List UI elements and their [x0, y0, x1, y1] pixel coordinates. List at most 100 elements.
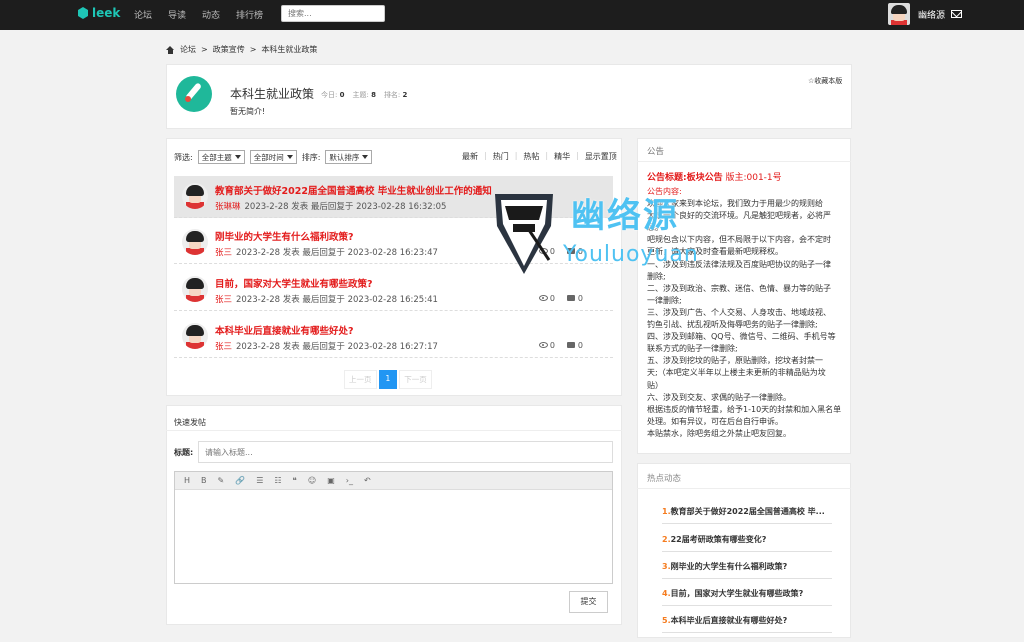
post-title[interactable]: 本科毕业后直接就业有哪些好处?	[215, 323, 354, 337]
prev-page-button[interactable]: 上一页	[344, 370, 377, 389]
page-number[interactable]: 1	[378, 370, 398, 389]
post-author[interactable]: 张三	[215, 248, 232, 258]
post-meta: 2023-2-28 发表 最后回复于 2023-02-28 16:27:17	[236, 342, 438, 352]
pagination: 上一页 1 下一页	[344, 370, 432, 389]
notice-title: 公告	[647, 147, 665, 157]
view-count: 0	[549, 294, 555, 303]
submit-button[interactable]: 提交	[569, 591, 608, 613]
hot-item[interactable]: 3.刚毕业的大学生有什么福利政策?	[662, 555, 832, 579]
search-input[interactable]	[281, 5, 385, 22]
avatar[interactable]	[888, 3, 910, 25]
main-nav: 论坛 导读 动态 排行榜	[134, 8, 263, 21]
comment-count: 0	[577, 247, 583, 256]
post-item[interactable]: 刚毕业的大学生有什么福利政策? 张三 2023-2-28 发表 最后回复于 202…	[174, 222, 613, 264]
user-menu[interactable]: 幽络源	[888, 3, 963, 25]
notice-line: 四、涉及到邮箱、QQ号、微信号、二维码、手机号等	[647, 332, 836, 342]
view-icon	[538, 248, 548, 254]
align-icon[interactable]: ☷	[274, 476, 281, 485]
tab-latest[interactable]: 最新	[462, 151, 478, 162]
view-count: 0	[549, 247, 555, 256]
hot-item[interactable]: 5.本科毕业后直接就业有哪些好处?	[662, 609, 832, 633]
filter-label: 筛选:	[174, 152, 193, 162]
logo[interactable]: leek	[78, 6, 120, 20]
post-item[interactable]: 本科毕业后直接就业有哪些好处? 张三 2023-2-28 发表 最后回复于 202…	[174, 316, 613, 358]
hot-item[interactable]: 4.目前，国家对大学生就业有哪些政策?	[662, 582, 832, 606]
top-navbar: leek 论坛 导读 动态 排行榜 幽络源	[0, 0, 1024, 30]
notice-content: 公告内容: 欢迎大家来到本论坛，我们致力于用最少的规则给 大家一个良好的交流环境。…	[647, 186, 845, 440]
post-author[interactable]: 张三	[215, 342, 232, 352]
comment-icon	[566, 248, 575, 254]
tab-popular[interactable]: 热门	[493, 151, 509, 162]
chevron-down-icon	[234, 155, 241, 159]
topic-count: 8	[371, 91, 376, 99]
nav-item-forum[interactable]: 论坛	[134, 8, 152, 21]
notice-heading: 公告标题:板块公告 版主:001-1号	[647, 173, 782, 183]
hot-item[interactable]: 1.教育部关于做好2022届全国普通高校 毕...	[662, 500, 832, 524]
image-icon[interactable]: ▣	[327, 476, 335, 485]
list-icon[interactable]: ☰	[256, 476, 263, 485]
bold-icon[interactable]: B	[201, 476, 207, 485]
post-title[interactable]: 教育部关于做好2022届全国普通高校 毕业生就业创业工作的通知	[215, 183, 492, 197]
comment-icon	[566, 295, 575, 301]
title-input[interactable]	[198, 441, 613, 463]
forum-stats: 今日: 0 主题: 8 排名: 2	[321, 91, 408, 99]
nav-item-ranking[interactable]: 排行榜	[236, 8, 263, 21]
notice-line: 处理。如有异议，可在后台自行申诉。	[647, 416, 783, 426]
sort-tabs: 最新 | 热门 | 热帖 | 精华 | 显示置顶	[462, 151, 617, 162]
emoji-icon[interactable]: ☺	[308, 476, 316, 485]
favorite-button[interactable]: ☆收藏本版	[808, 76, 842, 86]
view-icon	[538, 295, 548, 301]
time-filter-select[interactable]: 全部时间	[249, 150, 297, 164]
sort-select[interactable]: 默认排序	[325, 150, 373, 164]
next-page-button[interactable]: 下一页	[399, 370, 432, 389]
notice-line: 根据违反的情节轻重，给予1-10天的封禁和加入黑名单	[647, 404, 842, 414]
post-title[interactable]: 目前，国家对大学生就业有哪些政策?	[215, 276, 373, 290]
tab-essence[interactable]: 精华	[554, 151, 570, 162]
mail-icon[interactable]	[951, 10, 963, 18]
content-editor[interactable]: H B ✎ 🔗 ☰ ☷ ❝ ☺ ▣ ›_ ↶	[174, 471, 613, 584]
nav-item-activity[interactable]: 动态	[202, 8, 220, 21]
tab-hot[interactable]: 热帖	[523, 151, 539, 162]
chevron-down-icon	[362, 155, 369, 159]
post-meta: 2023-2-28 发表 最后回复于 2023-02-28 16:23:47	[236, 248, 438, 258]
post-author[interactable]: 张三	[215, 295, 232, 305]
sort-label: 排序:	[301, 152, 321, 162]
post-avatar[interactable]	[182, 229, 208, 255]
comment-icon	[566, 342, 575, 348]
undo-icon[interactable]: ↶	[364, 476, 371, 485]
post-avatar[interactable]	[182, 183, 208, 209]
today-count: 0	[339, 91, 345, 99]
notice-line: 钓鱼引战、扰乱视听及侮辱吧务的贴子一律删除;	[647, 320, 818, 330]
post-item[interactable]: 目前，国家对大学生就业有哪些政策? 张三 2023-2-28 发表 最后回复于 2…	[174, 269, 613, 311]
breadcrumb-item[interactable]: 政策宣传	[213, 44, 245, 55]
notice-line: 欢迎大家来到本论坛，我们致力于用最少的规则给	[647, 199, 823, 209]
post-author[interactable]: 张琳琳	[215, 202, 241, 212]
post-avatar[interactable]	[182, 276, 208, 302]
view-icon	[538, 342, 548, 348]
notice-line: 大家一个良好的交流环境。凡是触犯吧规者，必将严惩。	[647, 211, 831, 233]
breadcrumb-current: 本科生就业政策	[261, 45, 318, 54]
brush-icon[interactable]: ✎	[218, 476, 225, 485]
nav-item-guide[interactable]: 导读	[168, 8, 186, 21]
post-item[interactable]: 教育部关于做好2022届全国普通高校 毕业生就业创业工作的通知 张琳琳 2023-…	[174, 176, 613, 218]
notice-line: 更新，请大家及时查看最新吧规释权。	[647, 247, 783, 257]
post-avatar[interactable]	[182, 323, 208, 349]
username[interactable]: 幽络源	[918, 8, 945, 21]
breadcrumb-item[interactable]: 论坛	[180, 44, 196, 55]
rank-value: 2	[402, 91, 408, 99]
notice-line: 贴）	[647, 380, 663, 390]
quote-icon[interactable]: ❝	[293, 476, 297, 485]
quick-post-title: 快速发帖	[174, 418, 206, 427]
notice-line: 五、涉及到挖坟的贴子，原贴删除，挖坟者封禁一	[647, 356, 823, 366]
post-title[interactable]: 刚毕业的大学生有什么福利政策?	[215, 229, 354, 243]
code-icon[interactable]: ›_	[346, 476, 353, 485]
tab-show-pinned[interactable]: 显示置顶	[585, 151, 617, 162]
link-icon[interactable]: 🔗	[235, 476, 245, 485]
heading-icon[interactable]: H	[184, 476, 190, 485]
logo-text: leek	[92, 6, 121, 20]
filter-bar: 筛选: 全部主题 全部时间 排序: 默认排序	[174, 150, 373, 164]
hot-item[interactable]: 2.22届考研政策有哪些变化?	[662, 528, 832, 552]
home-icon[interactable]	[166, 45, 175, 54]
topic-filter-select[interactable]: 全部主题	[197, 150, 245, 164]
view-count: 0	[549, 341, 555, 350]
